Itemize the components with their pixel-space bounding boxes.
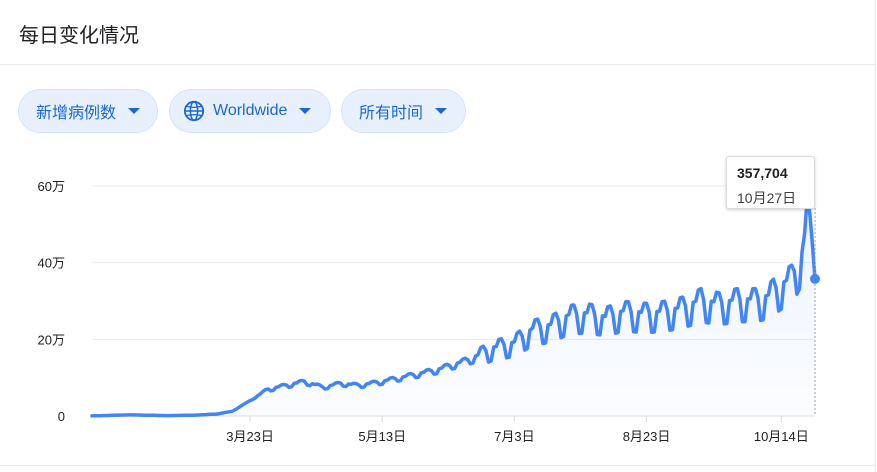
time-range-dropdown[interactable]: 所有时间 — [341, 89, 466, 133]
card-bottom-border — [0, 465, 875, 466]
caret-down-icon — [299, 108, 312, 114]
metric-dropdown[interactable]: 新增病例数 — [18, 89, 158, 133]
caret-down-icon — [435, 108, 448, 114]
hover-point — [810, 273, 820, 284]
metric-dropdown-label: 新增病例数 — [36, 105, 117, 122]
y-tick-label: 20万 — [38, 332, 65, 347]
y-tick-label: 60万 — [38, 179, 65, 194]
tooltip-date: 10月27日 — [737, 190, 797, 206]
time-range-dropdown-label: 所有时间 — [359, 105, 424, 122]
tooltip-value: 357,704 — [737, 165, 788, 181]
x-tick-label: 8月23日 — [623, 429, 671, 444]
x-tick-label: 10月14日 — [754, 429, 809, 444]
hover-tooltip: 357,704 10月27日 — [726, 156, 815, 209]
x-tick-label: 5月13日 — [358, 429, 406, 444]
series-area — [92, 197, 815, 416]
card-title: 每日变化情况 — [19, 25, 139, 47]
caret-down-icon — [128, 108, 141, 114]
x-tick-label: 3月23日 — [226, 429, 274, 444]
card-header: 每日变化情况 — [0, 0, 875, 65]
y-tick-label: 0 — [58, 409, 65, 424]
region-dropdown-label: Worldwide — [213, 102, 288, 119]
region-dropdown[interactable]: Worldwide — [169, 89, 331, 133]
y-tick-label: 40万 — [38, 256, 65, 271]
x-tick-label: 7月3日 — [494, 429, 534, 444]
globe-icon — [183, 100, 205, 122]
